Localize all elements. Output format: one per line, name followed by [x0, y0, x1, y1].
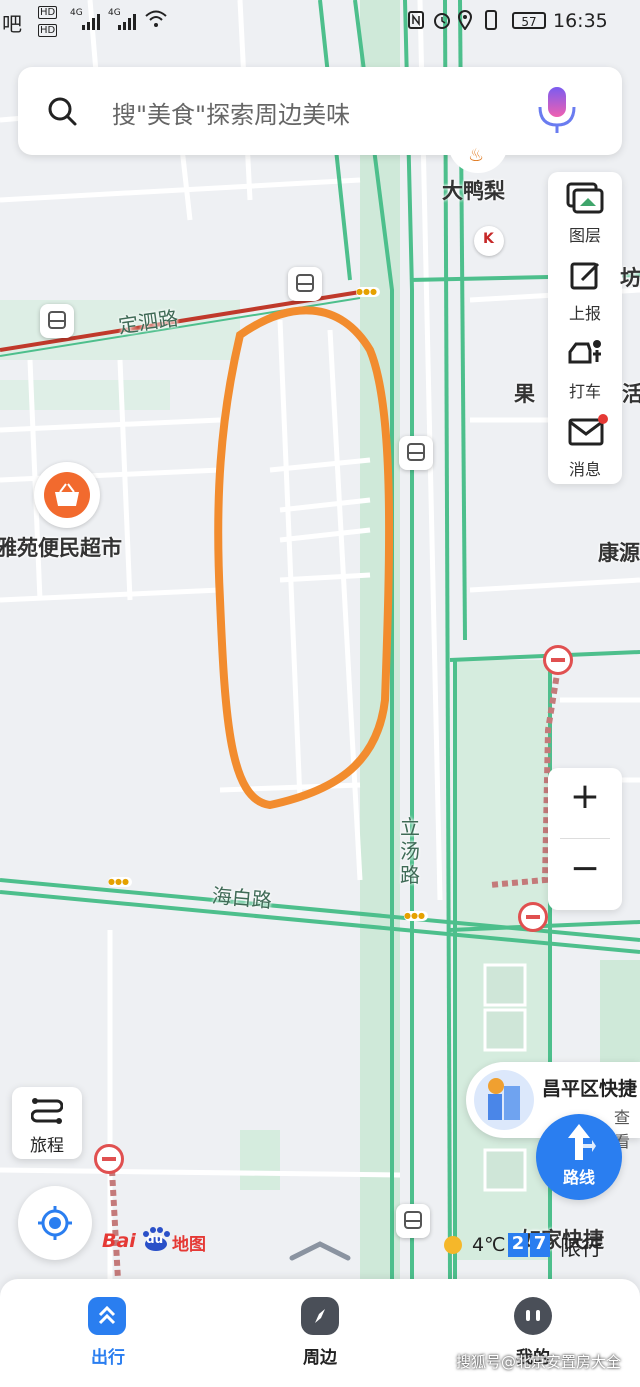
traffic-light-icon: ●●●	[108, 877, 132, 887]
kfc-icon[interactable]: K	[474, 226, 504, 256]
status-left-text: 吧	[2, 12, 22, 36]
tab-nearby-label: 周边	[303, 1348, 337, 1368]
temperature: 4℃	[472, 1234, 506, 1256]
featured-poi-name: 昌平区快捷	[542, 1078, 638, 1100]
layers-label: 图层	[568, 226, 601, 245]
layers-icon	[566, 182, 604, 216]
vibrate-icon	[482, 10, 500, 30]
route-button[interactable]: 路线	[536, 1114, 622, 1200]
basket-icon	[44, 472, 90, 518]
tab-travel[interactable]: 出行	[48, 1293, 168, 1373]
poi-guo-label: 果	[514, 382, 535, 406]
taxi-label: 打车	[568, 382, 601, 401]
trip-icon	[30, 1095, 64, 1125]
no-entry-icon	[543, 645, 573, 675]
trip-label: 旅程	[30, 1136, 64, 1156]
compass-icon	[301, 1297, 339, 1335]
traffic-light-icon: ●●●	[404, 911, 428, 921]
taxi-button[interactable]: 打车	[548, 328, 622, 406]
bottom-tab-bar: 出行 周边 我的 搜狐号@北京安置房大全	[0, 1279, 640, 1387]
traffic-light-icon: ●●●	[356, 287, 380, 297]
no-entry-icon	[94, 1144, 124, 1174]
locate-icon	[37, 1205, 73, 1241]
hd-badge-2: HD	[38, 24, 58, 37]
bus-stop-icon[interactable]	[399, 436, 433, 470]
building-icon	[474, 1070, 534, 1130]
report-icon	[570, 260, 602, 292]
trip-button[interactable]: 旅程	[12, 1087, 82, 1159]
location-icon	[457, 10, 473, 31]
restaurant-icon: ♨	[468, 145, 485, 166]
poi-duck-label[interactable]: 大鸭梨	[442, 175, 505, 205]
poi-fang-label: 坊	[620, 266, 640, 290]
bus-stop-icon[interactable]	[396, 1204, 430, 1238]
poi-huo-label: 活	[622, 382, 640, 406]
zoom-in-button[interactable]: +	[548, 776, 622, 817]
bus-stop-icon[interactable]	[40, 304, 74, 338]
unread-dot	[598, 414, 608, 424]
profile-icon	[514, 1297, 552, 1335]
route-arrow-icon	[562, 1122, 596, 1162]
road-litang-label: 立汤路	[400, 815, 420, 887]
wifi-icon	[145, 10, 167, 28]
alarm-icon	[433, 11, 451, 29]
signal-label-1: 4G	[70, 8, 83, 18]
road-haibai-label: 海白路	[210, 883, 273, 913]
baidu-logo: Bai du 地图	[102, 1222, 212, 1256]
message-button[interactable]: 消息	[548, 406, 622, 484]
status-bar: 吧 HD HD 4G 4G 57 16:35	[0, 0, 640, 44]
travel-icon	[88, 1297, 126, 1335]
search-icon	[46, 95, 78, 127]
restrict-digit-2: 7	[530, 1233, 550, 1257]
locate-button[interactable]	[18, 1186, 92, 1260]
mic-icon[interactable]	[534, 85, 580, 137]
signal-icon-2	[118, 14, 138, 30]
expand-chevron-icon[interactable]	[288, 1238, 352, 1262]
poi-market-marker[interactable]	[34, 462, 100, 528]
search-input[interactable]: 搜"美食"探索周边美味	[112, 95, 350, 130]
tab-nearby[interactable]: 周边	[260, 1293, 380, 1373]
taxi-icon	[568, 338, 604, 370]
clock: 16:35	[553, 10, 608, 32]
watermark: 搜狐号@北京安置房大全	[456, 1353, 622, 1371]
battery-indicator: 57	[512, 12, 546, 29]
signal-icon	[82, 14, 102, 30]
search-bar[interactable]: 搜"美食"探索周边美味	[18, 67, 622, 155]
restrict-digit-1: 2	[508, 1233, 528, 1257]
report-button[interactable]: 上报	[548, 250, 622, 328]
bus-stop-icon[interactable]	[288, 267, 322, 301]
route-label: 路线	[562, 1168, 595, 1187]
nfc-icon	[408, 11, 424, 29]
hd-badge-1: HD	[38, 6, 58, 19]
poi-market-label[interactable]: 雅苑便民超市	[0, 532, 122, 562]
poi-kang-label: 康源	[598, 541, 640, 565]
sun-icon	[444, 1236, 462, 1254]
map-tools-panel: 图层 上报 打车 消息	[548, 172, 622, 484]
restrict-label[interactable]: 限行	[560, 1232, 602, 1262]
report-label: 上报	[568, 304, 601, 323]
no-entry-icon	[518, 902, 548, 932]
layers-button[interactable]: 图层	[548, 172, 622, 250]
zoom-out-button[interactable]: −	[548, 848, 622, 889]
tab-travel-label: 出行	[91, 1348, 125, 1368]
message-label: 消息	[568, 460, 601, 479]
zoom-controls: + −	[548, 768, 622, 910]
zoom-divider	[560, 838, 610, 839]
